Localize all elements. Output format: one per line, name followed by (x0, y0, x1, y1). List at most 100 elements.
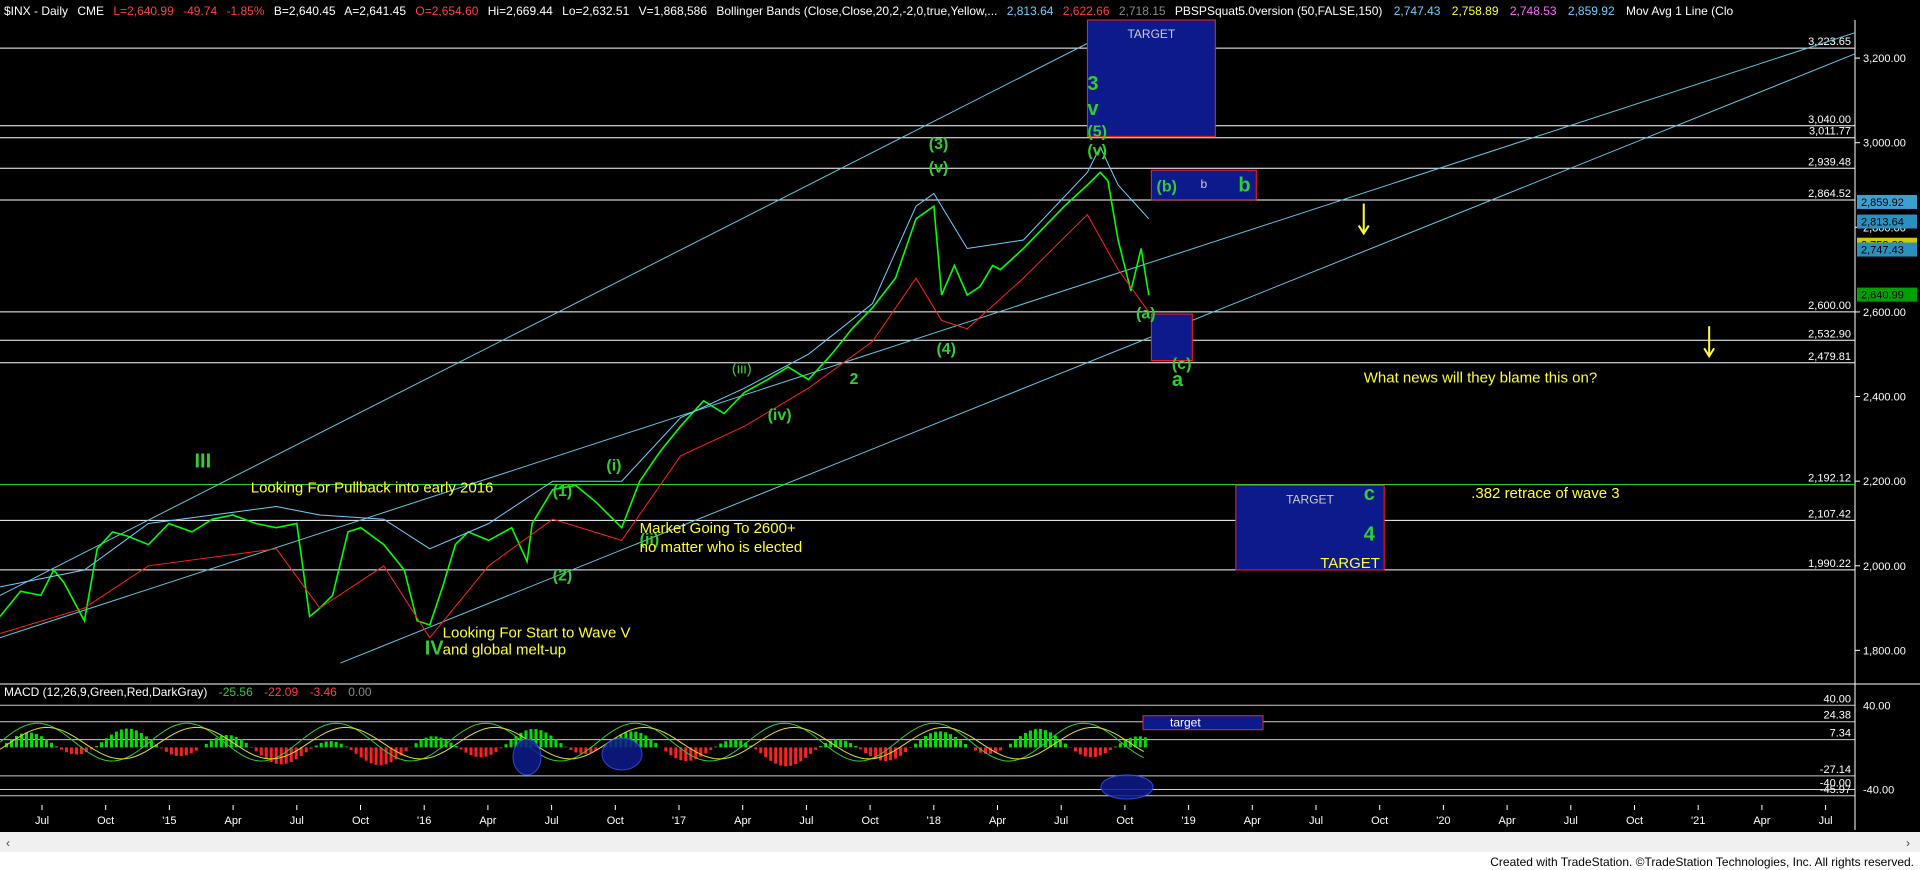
x-tick-label-7: Apr (479, 815, 496, 827)
annotation-18: (v) (1087, 142, 1107, 159)
macd-hist-bar-96 (479, 747, 483, 758)
horizontal-scrollbar[interactable]: ‹ › (0, 832, 1920, 852)
scrollbar-track[interactable] (0, 832, 1920, 852)
x-tick-label-10: '17 (672, 815, 686, 827)
macd-hist-bar-209 (1043, 730, 1047, 748)
level-label-1: 3,040.00 (1808, 114, 1851, 126)
macd-hist-bar-180 (899, 747, 903, 756)
macd-hist-bar-67 (334, 741, 338, 748)
macd-hist-bar-25 (124, 728, 128, 748)
macd-hist-bar-21 (104, 738, 108, 748)
target-box-label-3: TARGET (1286, 492, 1334, 506)
macd-hist-bar-10 (49, 742, 53, 748)
macd-hist-bar-55 (274, 747, 278, 764)
macd-hist-bar-11 (54, 746, 58, 748)
macd-hist-bar-108 (539, 730, 543, 748)
macd-hist-bar-52 (259, 747, 263, 756)
macd-ellipse-2 (1100, 774, 1154, 800)
macd-hist-bar-206 (1028, 730, 1032, 748)
macd-hist-bar-135 (674, 747, 678, 759)
macd-hist-bar-84 (419, 739, 423, 748)
macd-hist-bar-110 (549, 735, 553, 748)
price-tag-label-1: 2,813.64 (1861, 217, 1904, 229)
header-exchange: CME (77, 4, 104, 18)
macd-hist-bar-217 (1083, 747, 1087, 757)
annotation-10: and global melt-up (443, 642, 566, 659)
x-tick-label-24: Jul (1564, 815, 1578, 827)
annotation-8: IV (425, 638, 445, 660)
level-label-3: 2,939.48 (1808, 156, 1851, 168)
macd-hist-bar-15 (74, 747, 78, 755)
annotation-3: (i) (606, 458, 621, 475)
macd-hist-bar-6 (29, 732, 33, 748)
x-tick-label-19: Apr (1244, 815, 1261, 827)
x-tick-label-28: Jul (1819, 815, 1833, 827)
macd-hist-bar-187 (934, 731, 938, 748)
macd-hist-bar-65 (324, 741, 328, 748)
macd-hist-bar-172 (859, 747, 863, 750)
scroll-right-arrow-icon[interactable]: › (1906, 836, 1910, 850)
annotation-12: (iv) (768, 407, 792, 424)
macd-hist-bar-92 (459, 747, 463, 750)
macd-hist-bar-83 (414, 743, 418, 748)
macd-hist-bar-168 (839, 739, 843, 748)
macd-target-label: target (1170, 716, 1201, 730)
x-tick-label-27: Apr (1753, 815, 1770, 827)
macd-hist-bar-73 (364, 747, 368, 761)
macd-hist-bar-157 (784, 747, 788, 767)
upper-band-line (0, 145, 1150, 588)
header-change-pct: -1.85% (227, 4, 265, 18)
header-pbs-val2: 2,758.89 (1452, 4, 1499, 18)
macd-level-label-1: 24.38 (1823, 710, 1851, 722)
macd-hist-bar-44 (219, 735, 223, 748)
annotation-22: b (1238, 174, 1250, 196)
header-pbs-val3: 2,748.53 (1510, 4, 1557, 18)
macd-pane: 40.0024.387.34-27.14-45.97-40.00target40… (0, 693, 1894, 800)
macd-hist-bar-146 (729, 739, 733, 748)
macd-hist-bar-41 (204, 743, 208, 748)
annotation-6: Market Going To 2600+ (640, 520, 796, 537)
target-box-2 (1150, 313, 1193, 362)
header-low: Lo=2,632.51 (562, 4, 629, 18)
annotation-17: (5) (1087, 123, 1107, 140)
y-tick-label-1: 2,000.00 (1863, 561, 1906, 573)
macd-v3: -3.46 (310, 685, 338, 699)
macd-hist-bar-156 (779, 747, 783, 766)
header-pbs-val4: 2,859.92 (1568, 4, 1615, 18)
x-tick-label-20: Jul (1309, 815, 1323, 827)
header-bb-val2: 2,622.66 (1063, 4, 1110, 18)
header-ask: A=2,641.45 (344, 4, 406, 18)
scroll-left-arrow-icon[interactable]: ‹ (6, 836, 10, 850)
macd-hist-bar-61 (304, 747, 308, 753)
macd-hist-bar-74 (369, 747, 373, 764)
macd-hist-bar-169 (844, 740, 848, 748)
macd-hist-bar-94 (469, 747, 473, 756)
macd-hist-bar-102 (509, 740, 513, 748)
annotation-1: Looking For Pullback into early 2016 (251, 480, 494, 497)
annotation-15: (v) (929, 159, 949, 176)
x-tick-label-8: Jul (545, 815, 559, 827)
level-label-4: 2,864.52 (1808, 188, 1851, 200)
macd-hist-bar-13 (64, 747, 68, 753)
macd-hist-bar-24 (119, 729, 123, 748)
x-tick-label-15: Apr (989, 815, 1006, 827)
x-tick-label-3: Apr (225, 815, 242, 827)
macd-hist-bar-112 (559, 743, 563, 748)
macd-hist-bar-137 (684, 747, 688, 762)
macd-hist-bar-100 (499, 747, 503, 749)
macd-hist-bar-45 (224, 735, 228, 748)
macd-hist-bar-213 (1063, 743, 1067, 748)
trend-channel-line-1 (0, 32, 1856, 639)
macd-hist-bar-141 (704, 747, 708, 754)
target-box-label-0: TARGET (1127, 27, 1175, 41)
macd-hist-bar-87 (434, 736, 438, 748)
macd-hist-bar-95 (474, 747, 478, 757)
macd-level-label-2: 7.34 (1830, 728, 1851, 740)
macd-hist-bar-184 (919, 739, 923, 748)
macd-hist-bar-97 (484, 747, 488, 757)
header-symbol: $INX - Daily (4, 4, 68, 18)
macd-hist-bar-62 (309, 747, 313, 749)
macd-ellipse-0 (512, 738, 542, 776)
macd-hist-bar-39 (194, 747, 198, 751)
annotation-29: .382 retrace of wave 3 (1471, 485, 1619, 502)
